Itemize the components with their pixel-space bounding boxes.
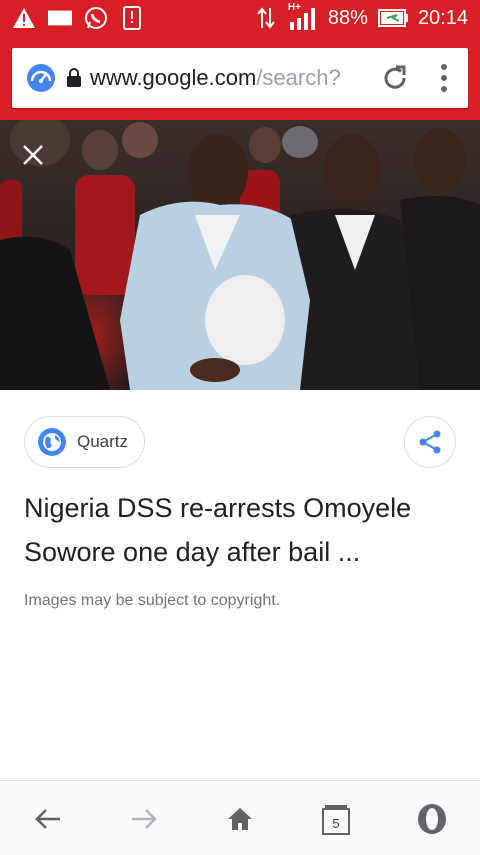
overflow-menu-icon[interactable] [434,62,454,94]
warning-icon [12,6,36,30]
source-chip[interactable]: Quartz [24,416,146,468]
share-icon [419,430,441,454]
result-title[interactable]: Nigeria DSS re-arrests Omoyele Sowore on… [24,486,464,574]
reload-icon[interactable] [380,63,410,93]
battery-icon [377,6,408,30]
globe-icon [37,427,67,457]
forward-icon[interactable] [124,801,164,837]
address-bar[interactable]: www.google.com/search? [12,48,468,108]
tabs-count: 5 [332,815,340,831]
url-domain: www.google.com [90,65,257,90]
source-name: Quartz [77,432,129,451]
tabs-icon[interactable]: 5 [316,801,356,837]
url-path: /search? [256,65,341,90]
signal-icon: H+ [288,2,318,30]
status-bar: H+ 88% 20:14 [0,0,480,36]
opera-icon[interactable] [412,801,452,837]
notification-icon [48,6,72,30]
home-icon[interactable] [220,801,260,837]
photo-illustration [0,120,480,390]
battery-percent: 88% [327,6,368,29]
share-button[interactable] [404,416,456,468]
clock: 20:14 [417,6,468,29]
result-image[interactable] [0,120,480,390]
close-icon[interactable] [20,142,46,168]
sim-icon [120,6,144,30]
whatsapp-icon [84,6,108,30]
copyright-caption: Images may be subject to copyright. [24,592,281,609]
back-icon[interactable] [28,801,68,837]
bottom-navigation: 5 [0,780,480,855]
speed-dial-icon[interactable] [26,63,56,93]
url-text[interactable]: www.google.com/search? [90,65,358,91]
network-label: H+ [287,2,301,13]
browser-toolbar: www.google.com/search? [0,36,480,120]
lock-icon [66,68,82,88]
data-transfer-icon [254,6,278,30]
